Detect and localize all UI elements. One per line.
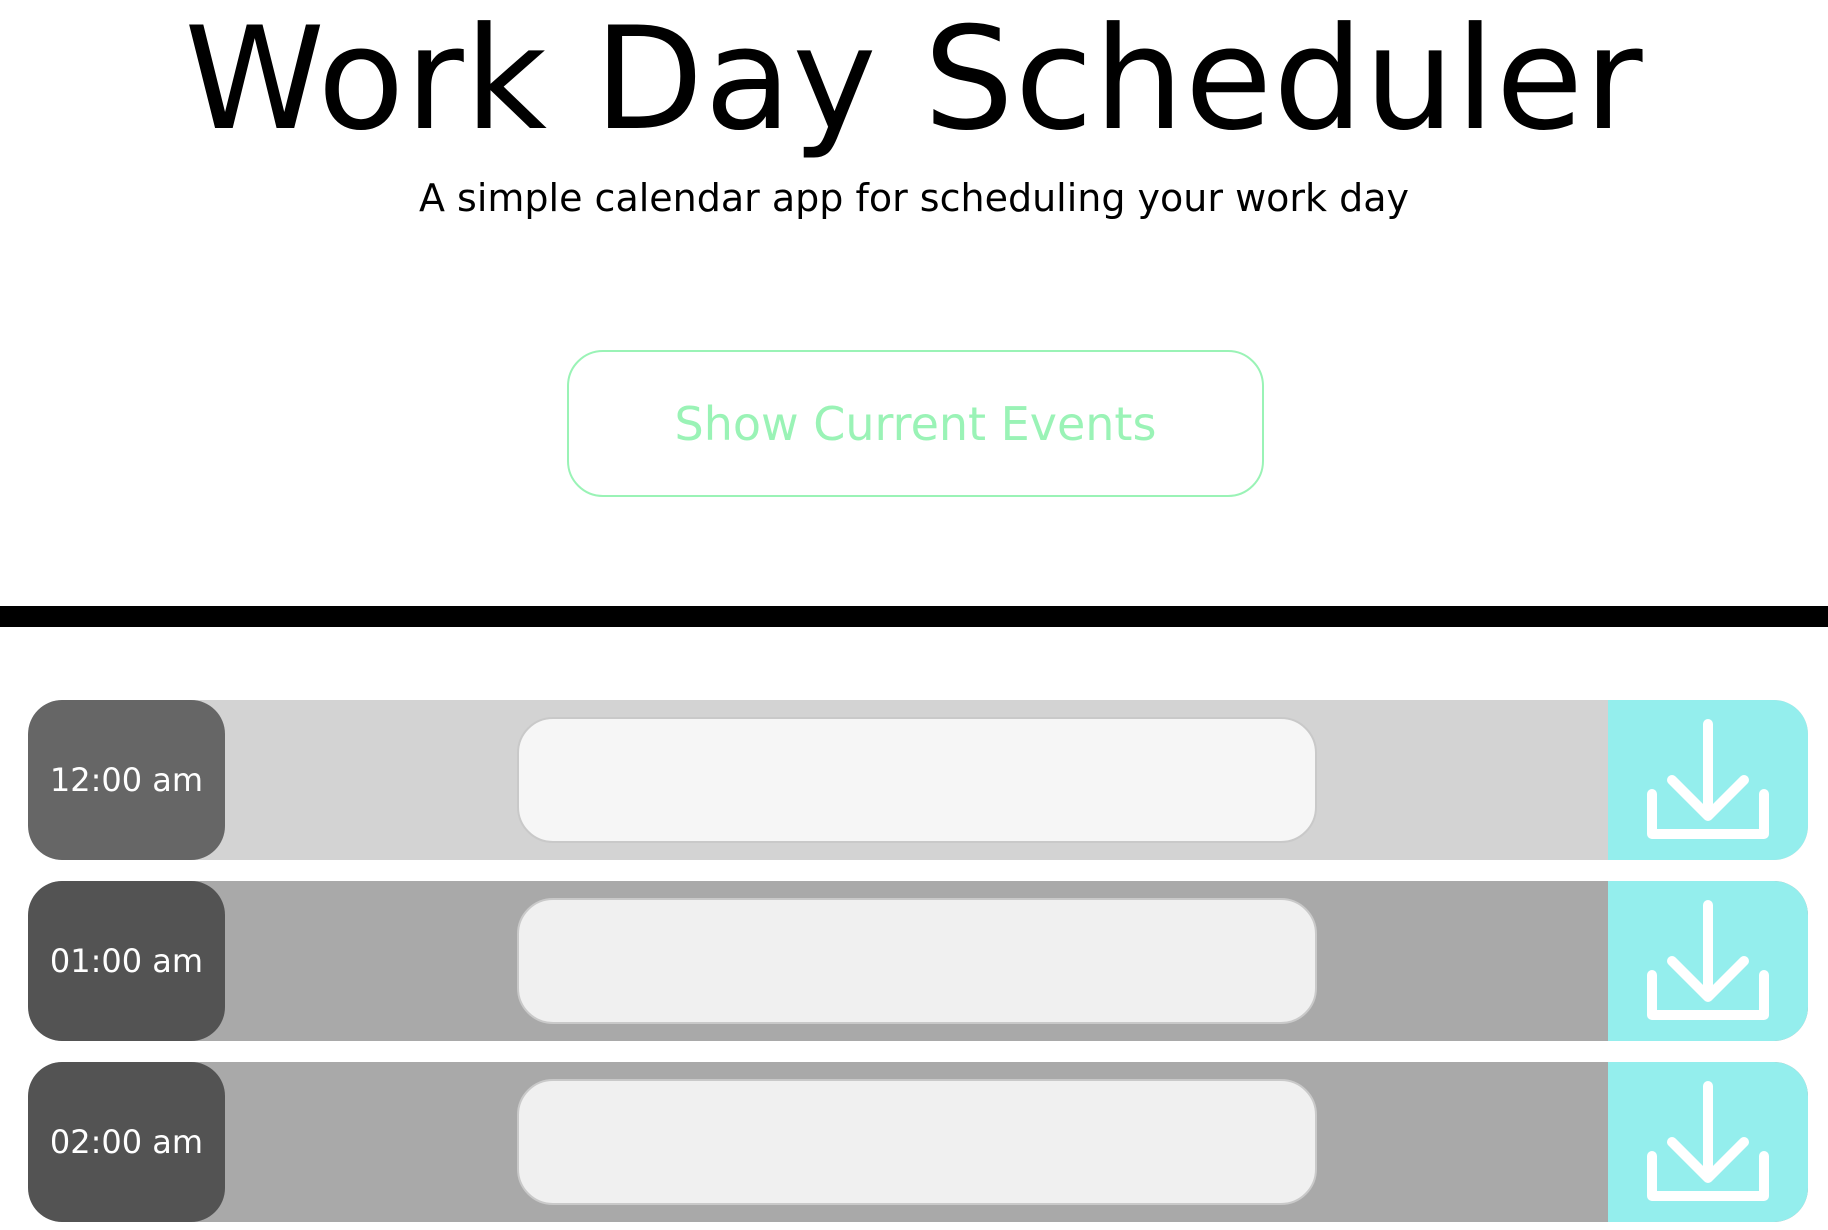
save-button[interactable] [1608,1062,1808,1222]
event-input[interactable] [517,717,1317,843]
download-icon [1646,899,1770,1023]
hour-label: 01:00 am [28,881,225,1041]
time-block-row: 01:00 am [28,881,1808,1041]
page-title: Work Day Scheduler [184,0,1644,162]
hour-label: 12:00 am [28,700,225,860]
download-icon [1646,718,1770,842]
event-input[interactable] [517,1079,1317,1205]
event-input[interactable] [517,898,1317,1024]
show-current-events-button[interactable]: Show Current Events [567,350,1264,497]
hour-label: 02:00 am [28,1062,225,1222]
time-block-row: 12:00 am [28,700,1808,860]
time-block-row: 02:00 am [28,1062,1808,1222]
page-subtitle: A simple calendar app for scheduling you… [418,176,1410,220]
save-button[interactable] [1608,881,1808,1041]
download-icon [1646,1080,1770,1204]
divider [0,606,1828,627]
save-button[interactable] [1608,700,1808,860]
